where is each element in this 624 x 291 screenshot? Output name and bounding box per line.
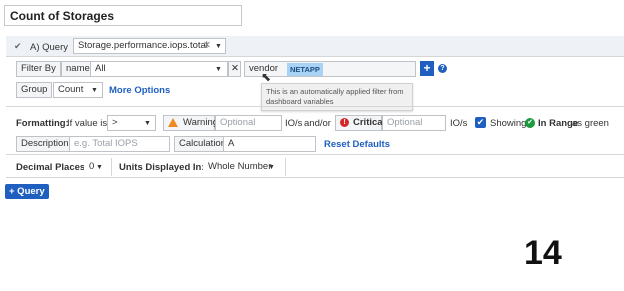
divider [6,177,624,178]
plus-icon[interactable]: + [420,61,434,76]
warning-icon [168,118,178,127]
checkbox-icon[interactable]: ✔ [475,117,486,128]
description-placeholder: e.g. Total IOPS [74,138,138,149]
critical-input[interactable]: Optional [382,115,446,131]
filter-value-select[interactable]: All ▼ [90,61,228,77]
decimal-places-label: Decimal Places: [16,162,89,173]
description-button[interactable]: Description [16,136,74,152]
chevron-down-icon[interactable]: ▼ [144,117,151,131]
decimal-select[interactable]: 0 ▼ [84,159,107,175]
help-icon[interactable]: ? [438,64,447,73]
warning-input[interactable]: Optional [215,115,282,131]
group-button[interactable]: Group [16,82,53,98]
units-label: Units Displayed In: [119,162,205,173]
operator-value: > [112,117,118,128]
warning-label: Warning [183,117,219,128]
warning-placeholder: Optional [220,117,256,128]
chevron-down-icon[interactable]: ▼ [215,40,222,54]
widget-title-input[interactable]: Count of Storages [4,5,242,26]
chevron-down-icon[interactable]: ▼ [96,161,103,175]
critical-icon: ! [340,118,349,127]
calculation-value: A [228,138,235,149]
group-select[interactable]: Count ▼ [53,82,103,98]
showing-label: Showing [490,118,527,129]
if-value-label: If value is [67,118,108,129]
remove-filter-button[interactable]: ✕ [228,61,241,77]
formatting-label: Formatting: [16,118,69,129]
filter-by-button[interactable]: Filter By [16,61,61,77]
divider [6,106,624,107]
query-prefix: A) Query [30,42,69,53]
vendor-tag: NETAPP [287,63,323,76]
critical-placeholder: Optional [387,117,423,128]
divider [111,158,112,176]
check-icon[interactable]: ✔ [14,42,22,51]
as-green-label: as green [572,118,609,129]
critical-unit: IO/s [450,118,468,129]
close-icon: ✕ [231,63,239,74]
chevron-down-icon[interactable]: ▼ [91,84,98,98]
calculation-input[interactable]: A [223,136,316,152]
chevron-down-icon[interactable]: ▼ [268,161,275,175]
critical-label: Critical [353,117,386,128]
close-icon[interactable]: ✕ [203,39,211,53]
ok-icon: ✔ [525,118,535,128]
units-value: Whole Number [208,161,272,172]
divider [285,158,286,176]
operator-select[interactable]: > ▼ [107,115,156,131]
andor-label: and/or [304,118,331,129]
filter-value: All [95,63,106,74]
cursor-icon: ⬉ [261,70,272,84]
add-query-button[interactable]: + Query [5,184,49,199]
metric-select[interactable]: Storage.performance.iops.total ✕ ▼ [73,38,226,54]
units-select[interactable]: Whole Number ▼ [203,159,281,175]
warning-unit: IO/s [285,118,303,129]
widget-value: 14 [524,234,562,272]
decimal-value: 0 [89,161,95,172]
group-value: Count [58,84,84,95]
description-input[interactable]: e.g. Total IOPS [69,136,170,152]
metric-value: Storage.performance.iops.total [78,40,208,51]
more-options-link[interactable]: More Options [109,85,170,96]
chevron-down-icon[interactable]: ▼ [215,63,222,77]
divider [6,154,624,155]
reset-defaults-link[interactable]: Reset Defaults [324,139,390,150]
